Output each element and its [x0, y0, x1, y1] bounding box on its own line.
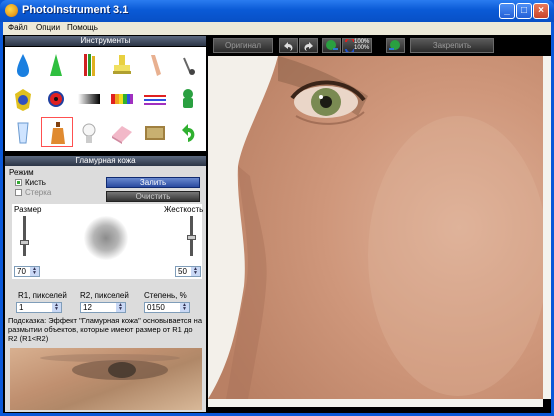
- close-button[interactable]: ×: [533, 3, 549, 19]
- spinner-arrows-icon[interactable]: ▲ ▼: [191, 267, 200, 276]
- r1-spinner[interactable]: 1 ▲ ▼: [16, 302, 62, 313]
- eraser-checkbox[interactable]: [15, 189, 22, 196]
- bulb-icon[interactable]: [73, 118, 105, 148]
- close-icon: ×: [538, 5, 544, 16]
- minimize-button[interactable]: _: [499, 3, 515, 19]
- badge-icon[interactable]: [7, 84, 39, 114]
- client-area: Файл Опции Помощь Инструменты Гламурная …: [3, 22, 551, 413]
- spinner-arrows-icon[interactable]: ▲ ▼: [116, 303, 125, 312]
- eraser-icon[interactable]: [106, 118, 138, 148]
- brush-shape-preview: [84, 216, 128, 260]
- redo-button[interactable]: [299, 38, 318, 53]
- status-strip: [208, 407, 551, 413]
- spinner-arrows-icon[interactable]: ▲ ▼: [30, 267, 39, 276]
- horizontal-scrollbar[interactable]: [208, 399, 543, 407]
- menu-file[interactable]: Файл: [8, 23, 28, 32]
- eraser-stick-icon[interactable]: [139, 50, 171, 80]
- left-panel: Инструменты Гламурная кожа Режим Кисть С…: [5, 36, 206, 412]
- minimize-icon: _: [504, 5, 510, 16]
- spinner-arrows-icon[interactable]: ▲ ▼: [52, 303, 61, 312]
- size-spinner[interactable]: 70 ▲ ▼: [14, 266, 40, 277]
- size-value: 70: [17, 267, 26, 276]
- r1-value: 1: [19, 303, 24, 312]
- rainbow-icon[interactable]: [106, 84, 138, 114]
- r1-label: R1, пикселей: [18, 291, 67, 300]
- size-label: Размер: [14, 205, 42, 214]
- brush-checkbox[interactable]: [15, 179, 22, 186]
- zoom-in-icon: [326, 40, 338, 50]
- zoom-bottom-label: 100%: [354, 45, 370, 51]
- maximize-icon: □: [520, 5, 528, 16]
- title-bar[interactable]: PhotoInstrument 3.1 _ □ ×: [0, 0, 554, 22]
- app-window: PhotoInstrument 3.1 _ □ × Файл Опции Пом…: [0, 0, 554, 416]
- degree-label: Степень, %: [144, 291, 187, 300]
- hint-text: Подсказка: Эффект "Гламурная кожа" основ…: [8, 316, 203, 343]
- undo-icon: [284, 42, 293, 51]
- r2-label: R2, пикселей: [80, 291, 129, 300]
- undo-arrow-icon[interactable]: [172, 118, 204, 148]
- menu-bar: Файл Опции Помощь: [3, 22, 551, 35]
- r2-spinner[interactable]: 12 ▲ ▼: [80, 302, 126, 313]
- redo-icon: [304, 42, 313, 51]
- cone-icon[interactable]: [40, 50, 72, 80]
- vertical-scrollbar[interactable]: [543, 56, 551, 399]
- window-title: PhotoInstrument 3.1: [22, 4, 129, 16]
- drop-icon[interactable]: [7, 50, 39, 80]
- glamour-panel-title: Гламурная кожа: [5, 156, 206, 166]
- face-photo: [208, 56, 543, 399]
- stamp-icon[interactable]: [106, 50, 138, 80]
- original-button[interactable]: Оригинал: [213, 38, 273, 53]
- zoom-out-icon: [389, 40, 400, 50]
- eraser-label: Стерка: [25, 188, 52, 197]
- toolbar: Оригинал 100% 100% Закрепить: [208, 36, 551, 54]
- eye-icon[interactable]: [40, 84, 72, 114]
- hardness-slider-thumb[interactable]: [187, 235, 196, 240]
- magnet-icon: [345, 39, 354, 52]
- sponge-icon[interactable]: [172, 84, 204, 114]
- degree-value: 0150: [147, 303, 165, 312]
- gradient-icon[interactable]: [73, 84, 105, 114]
- zoom-in-button[interactable]: [322, 38, 341, 53]
- hardness-label: Жесткость: [164, 205, 204, 214]
- lines-icon[interactable]: [139, 84, 171, 114]
- photo-canvas[interactable]: [208, 56, 543, 399]
- texture-icon[interactable]: [139, 118, 171, 148]
- hardness-spinner[interactable]: 50 ▲ ▼: [175, 266, 201, 277]
- pencils-icon[interactable]: [73, 50, 105, 80]
- undo-button[interactable]: [279, 38, 298, 53]
- hardness-value: 50: [178, 267, 187, 276]
- tools-grid: [5, 47, 206, 151]
- bottle-icon[interactable]: [41, 117, 73, 147]
- preview-eye-image: [40, 354, 180, 380]
- glamour-panel: Режим Кисть Стерка Залить Очистить Разме…: [5, 166, 206, 412]
- maximize-button[interactable]: □: [516, 3, 532, 19]
- menu-options[interactable]: Опции: [36, 23, 60, 32]
- r2-value: 12: [83, 303, 92, 312]
- zoom-100-button[interactable]: 100% 100%: [342, 38, 372, 53]
- menu-help[interactable]: Помощь: [67, 23, 98, 32]
- spinner-arrows-icon[interactable]: ▲ ▼: [180, 303, 189, 312]
- mode-label: Режим: [9, 168, 34, 177]
- pin-icon[interactable]: [172, 50, 204, 80]
- brush-preview: Размер Жесткость 70 ▲ ▼ 50 ▲ ▼: [12, 204, 204, 279]
- size-slider-thumb[interactable]: [20, 240, 29, 245]
- clear-button[interactable]: Очистить: [106, 191, 200, 202]
- zoom-out-button[interactable]: [386, 38, 405, 53]
- brush-label: Кисть: [25, 178, 46, 187]
- fill-button[interactable]: Залить: [106, 177, 200, 188]
- preview-thumbnail: [10, 348, 202, 410]
- tools-panel-title: Инструменты: [5, 36, 206, 46]
- degree-spinner[interactable]: 0150 ▲ ▼: [144, 302, 190, 313]
- app-icon: [5, 4, 18, 17]
- glass-icon[interactable]: [7, 118, 39, 148]
- size-slider-track[interactable]: [23, 216, 26, 256]
- commit-button[interactable]: Закрепить: [410, 38, 494, 53]
